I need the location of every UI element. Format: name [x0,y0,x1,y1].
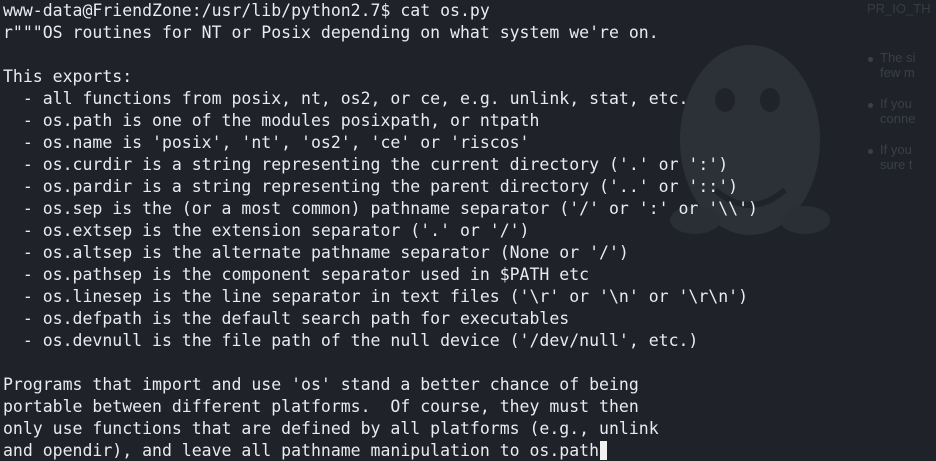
output-line: This exports: [3,67,133,86]
output-line: - os.pathsep is the component separator … [3,265,590,284]
background-bullet: If you conne [867,96,916,126]
output-line: - os.pardir is a string representing the… [3,177,739,196]
background-document: PR_IO_TH The si few m If you conne If you sur… [862,0,936,200]
output-line: - os.altsep is the alternate pathname se… [3,243,629,262]
command-prompt-line: www-data@FriendZone:/usr/lib/python2.7$ … [3,1,490,20]
output-line: r"""OS routines for NT or Posix dependin… [3,23,659,42]
output-line: only use functions that are defined by a… [3,419,659,438]
output-line: - os.extsep is the extension separator (… [3,221,530,240]
background-bullet-text: sure t [880,157,913,172]
output-line: and opendir), and leave all pathname man… [3,440,758,461]
last-output-text: and opendir), and leave all pathname man… [3,441,600,460]
background-bullet: If you sure t [868,142,913,172]
output-line: - all functions from posix, nt, os2, or … [3,89,689,108]
terminal-window[interactable]: PR_IO_TH The si few m If you conne If you sur… [0,0,936,461]
output-line: - os.devnull is the file path of the nul… [3,331,699,350]
background-bullet-text: The si [880,50,916,65]
terminal-cursor [600,441,608,460]
background-bullet-text: If you [880,142,912,157]
background-bullet-text: few m [880,65,915,80]
output-line: Programs that import and use 'os' stand … [3,375,639,394]
background-bullet-text: If you [880,96,912,111]
output-line: portable between different platforms. Of… [3,397,639,416]
background-heading: PR_IO_TH [867,1,931,16]
output-line: - os.defpath is the default search path … [3,309,570,328]
background-bullet-text: conne [880,111,916,126]
output-line: - os.name is 'posix', 'nt', 'os2', 'ce' … [3,133,530,152]
terminal-output: www-data@FriendZone:/usr/lib/python2.7$ … [3,0,758,461]
background-bullet: The si few m [867,50,916,80]
output-line: - os.path is one of the modules posixpat… [3,111,540,130]
output-line: - os.curdir is a string representing the… [3,155,729,174]
output-line: - os.sep is the (or a most common) pathn… [3,199,758,218]
output-line: - os.linesep is the line separator in te… [3,287,749,306]
